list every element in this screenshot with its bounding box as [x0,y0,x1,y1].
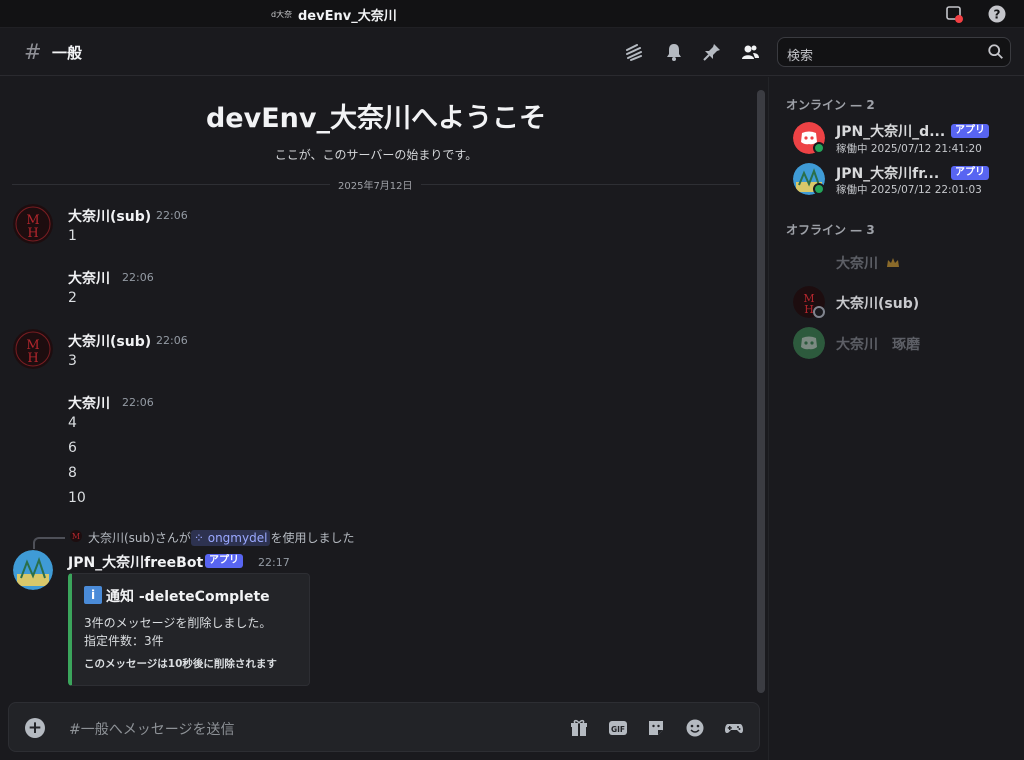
member-name[interactable]: JPN_大奈川_d... [836,121,945,141]
offline-header: オフライン — 3 [786,223,875,237]
command-usage-line: 大奈川(sub)さんが ⁘ ongmydel を使用しました [88,530,355,546]
message-timestamp: 22:06 [156,209,188,222]
search-box[interactable]: 検索 [777,37,1011,67]
member-avatar-default[interactable] [793,327,825,359]
app-badge: アプリ [205,554,243,568]
title-bar: d大奈 devEnv_大奈川 ? [0,0,1024,28]
member-name[interactable]: 大奈川 [836,253,878,273]
message-author[interactable]: 大奈川 [68,268,110,288]
app-badge: アプリ [951,166,989,180]
add-attachment-button[interactable]: + [25,718,45,738]
search-icon [988,44,1003,59]
date-divider-label: 2025年7月12日 [330,177,421,192]
message-author[interactable]: 大奈川(sub) [68,206,151,226]
message-text: 4 [68,415,77,431]
member-name[interactable]: JPN_大奈川fr... [836,163,939,183]
message-text: 10 [68,490,86,506]
message-timestamp: 22:06 [156,334,188,347]
bot-author[interactable]: JPN_大奈川freeBot [68,552,203,572]
composer-placeholder: #一般へメッセージを送信 [69,722,235,738]
message-author[interactable]: 大奈川(sub) [68,331,151,351]
svg-text:?: ? [994,8,1001,22]
member-activity: 稼働中 2025/07/12 21:41:20 [836,143,982,155]
embed-title: 通知 -deleteComplete [106,589,270,605]
search-placeholder: 検索 [787,49,814,64]
avatar-ohnagawa-sub[interactable]: M H [13,329,53,369]
online-header: オンライン — 2 [786,98,875,112]
embed-description: 3件のメッセージを削除しました。 指定件数：3件 [84,616,272,648]
message-timestamp: 22:06 [122,396,154,409]
message-text: 6 [68,440,77,456]
status-online-icon [813,183,825,195]
hash-icon: # [24,40,42,64]
emoji-icon[interactable] [685,718,705,738]
reply-avatar-mini[interactable]: M [70,530,82,542]
welcome-subtitle: ここが、このサーバーの始まりです。 [274,148,478,162]
welcome-title: devEnv_大奈川へようこそ [205,103,546,134]
embed-footer: このメッセージは10秒後に削除されます [84,658,277,670]
member-list: オンライン — 2 JPN_大奈川_d... アプリ 稼働中 2025/07/1… [768,77,1024,760]
window-title: devEnv_大奈川 [298,9,397,24]
message-author[interactable]: 大奈川 [68,393,110,413]
threads-icon[interactable] [624,42,644,62]
status-online-icon [813,142,825,154]
message-timestamp: 22:06 [122,271,154,284]
chat-scrollbar[interactable] [757,90,765,693]
gift-icon[interactable] [569,718,589,738]
bell-icon[interactable] [664,42,684,62]
notification-embed: i 通知 -deleteComplete 3件のメッセージを削除しました。 指定… [68,573,310,686]
info-icon: i [84,586,102,604]
message-text: 3 [68,353,77,369]
activities-gamepad-icon[interactable] [724,718,744,738]
member-name[interactable]: 大奈川(sub) [836,293,919,313]
channel-name: 一般 [52,44,83,62]
message-text: 1 [68,228,77,244]
svg-text:H: H [27,351,38,366]
reply-connector [33,537,65,549]
message-text: 2 [68,290,77,306]
svg-text:H: H [27,226,38,241]
channel-header: # 一般 検索 [0,28,1024,76]
crown-icon [887,258,899,267]
gif-icon[interactable]: GIF [608,718,628,738]
server-icon-mini: d大奈 [271,10,293,19]
message-timestamp: 22:17 [258,556,290,569]
svg-text:GIF: GIF [611,725,625,734]
command-user[interactable]: 大奈川(sub) [88,531,155,545]
message-composer[interactable]: + #一般へメッセージを送信 GIF [8,702,760,752]
pin-icon[interactable] [702,42,722,62]
sticker-icon[interactable] [646,718,666,738]
avatar-freebot[interactable] [13,550,53,590]
app-badge: アプリ [951,124,989,138]
help-icon[interactable]: ? [987,4,1007,24]
member-name[interactable]: 大奈川 琢磨 [836,334,920,354]
message-text: 8 [68,465,77,481]
slash-command-mention[interactable]: ⁘ ongmydel [190,530,271,546]
member-activity: 稼働中 2025/07/12 22:01:03 [836,184,982,196]
member-list-icon[interactable] [740,42,760,62]
status-offline-icon [813,306,825,318]
avatar-ohnagawa-sub[interactable]: M H [13,204,53,244]
inbox-notification-icon[interactable] [944,4,964,24]
svg-text:M: M [72,532,80,541]
